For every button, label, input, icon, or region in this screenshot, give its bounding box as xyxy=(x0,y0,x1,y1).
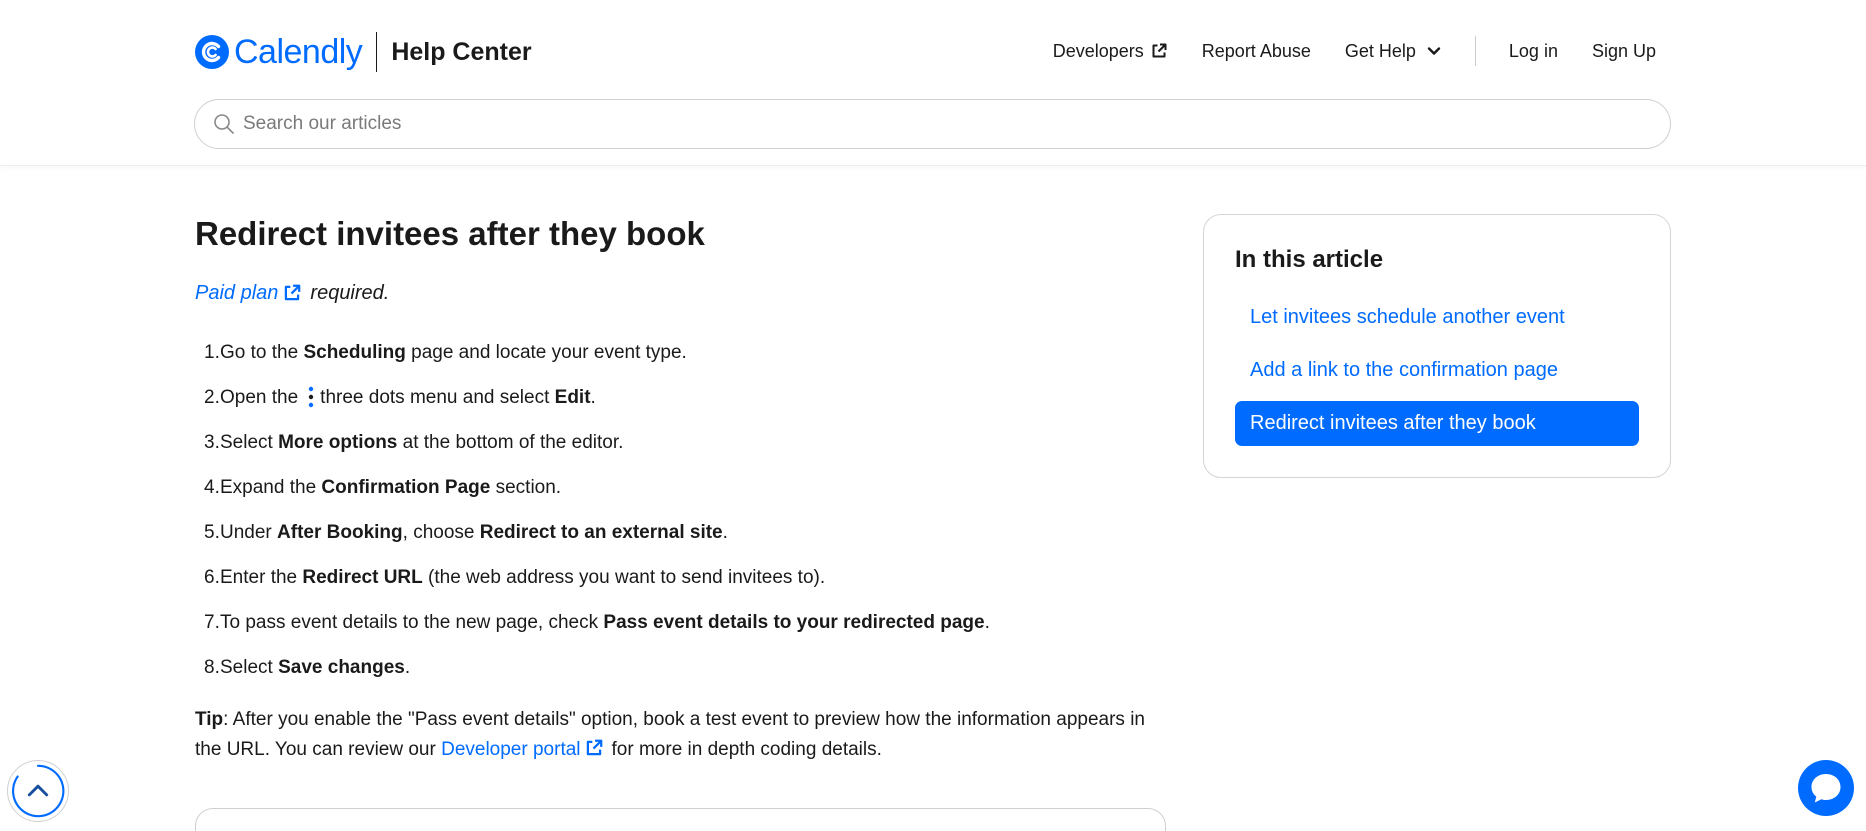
search-icon xyxy=(214,114,234,134)
developer-portal-link[interactable]: Developer portal xyxy=(441,739,580,760)
toc-list: Let invitees schedule another event Add … xyxy=(1235,295,1639,446)
step-number: 3. xyxy=(204,431,220,453)
toc-item-schedule-another[interactable]: Let invitees schedule another event xyxy=(1235,295,1639,340)
table-of-contents: In this article Let invitees schedule an… xyxy=(1203,214,1671,478)
search-bar[interactable] xyxy=(194,99,1671,149)
step-text: Go to the Scheduling page and locate you… xyxy=(220,341,687,363)
brand-name: Calendly xyxy=(234,33,363,71)
sign-up-link[interactable]: Sign Up xyxy=(1575,34,1656,68)
step-number: 6. xyxy=(204,566,220,588)
feedback-card xyxy=(195,808,1166,831)
step-number: 5. xyxy=(204,521,220,543)
step-text: Open the three dots menu and select Edit. xyxy=(220,386,596,408)
nav-divider xyxy=(1474,36,1476,66)
scroll-to-top-button[interactable] xyxy=(7,760,69,822)
log-in-label: Log in xyxy=(1508,40,1558,61)
article-body: Redirect invitees after they book Paid p… xyxy=(195,210,1165,765)
nav-get-help-dropdown[interactable]: Get Help xyxy=(1328,34,1459,68)
steps-list: 1. Go to the Scheduling page and locate … xyxy=(195,330,1165,690)
nav-report-abuse-link[interactable]: Report Abuse xyxy=(1185,34,1328,68)
step-number: 2. xyxy=(204,386,220,408)
plan-required-text: required. xyxy=(310,282,390,304)
step-item: 4. Expand the Confirmation Page section. xyxy=(195,465,1165,510)
calendly-logo-icon xyxy=(195,35,229,69)
chat-widget-button[interactable] xyxy=(1798,760,1854,816)
tip-label: Tip xyxy=(195,709,224,730)
step-text: Expand the Confirmation Page section. xyxy=(220,476,562,498)
step-text: To pass event details to the new page, c… xyxy=(220,611,990,633)
step-number: 8. xyxy=(204,656,220,678)
log-in-link[interactable]: Log in xyxy=(1492,34,1575,68)
step-item: 2. Open the three dots menu and select Ed… xyxy=(195,375,1165,420)
sign-up-label: Sign Up xyxy=(1591,40,1656,61)
top-navigation: Developers Report Abuse Get Help Log in … xyxy=(1036,34,1656,68)
nav-report-abuse-label: Report Abuse xyxy=(1201,40,1311,61)
step-text: Under After Booking, choose Redirect to … xyxy=(220,521,728,543)
paid-plan-link[interactable]: Paid plan xyxy=(195,278,278,308)
brand-link[interactable]: Calendly Help Center xyxy=(194,30,532,74)
step-number: 4. xyxy=(204,476,220,498)
step-number: 7. xyxy=(204,611,220,633)
step-item: 5. Under After Booking, choose Redirect … xyxy=(195,510,1165,555)
external-link-icon xyxy=(1152,43,1167,58)
step-text: Select More options at the bottom of the… xyxy=(220,431,624,453)
nav-get-help-label: Get Help xyxy=(1344,40,1416,61)
help-center-title: Help Center xyxy=(391,38,532,66)
site-header: Calendly Help Center Developers Report A… xyxy=(0,0,1866,166)
brand-divider xyxy=(376,32,378,72)
chevron-down-icon xyxy=(1427,47,1441,55)
chevron-up-icon xyxy=(12,764,65,818)
step-item: 8. Select Save changes. xyxy=(195,645,1165,690)
external-link-icon xyxy=(285,284,301,301)
toc-heading: In this article xyxy=(1235,246,1384,273)
tip-paragraph: Tip: After you enable the "Pass event de… xyxy=(195,705,1165,765)
step-item: 7. To pass event details to the new page… xyxy=(195,600,1165,645)
step-text: Enter the Redirect URL (the web address … xyxy=(220,566,826,588)
step-item: 3. Select More options at the bottom of … xyxy=(195,420,1165,465)
article-title: Redirect invitees after they book xyxy=(195,215,705,252)
toc-item-redirect-active[interactable]: Redirect invitees after they book xyxy=(1235,401,1639,446)
three-dots-vertical-icon xyxy=(308,387,314,408)
step-number: 1. xyxy=(204,341,220,363)
plan-requirement: Paid plan required. xyxy=(195,278,1165,308)
chat-bubble-icon xyxy=(1811,774,1841,803)
nav-developers-link[interactable]: Developers xyxy=(1036,34,1185,68)
step-item: 6. Enter the Redirect URL (the web addre… xyxy=(195,555,1165,600)
step-text: Select Save changes. xyxy=(220,656,411,678)
tip-text-end: for more in depth coding details. xyxy=(611,739,882,760)
nav-developers-label: Developers xyxy=(1052,40,1144,61)
search-input[interactable] xyxy=(243,113,1643,135)
external-link-icon xyxy=(586,739,602,756)
step-item: 1. Go to the Scheduling page and locate … xyxy=(195,330,1165,375)
toc-item-confirmation-link[interactable]: Add a link to the confirmation page xyxy=(1235,348,1639,393)
